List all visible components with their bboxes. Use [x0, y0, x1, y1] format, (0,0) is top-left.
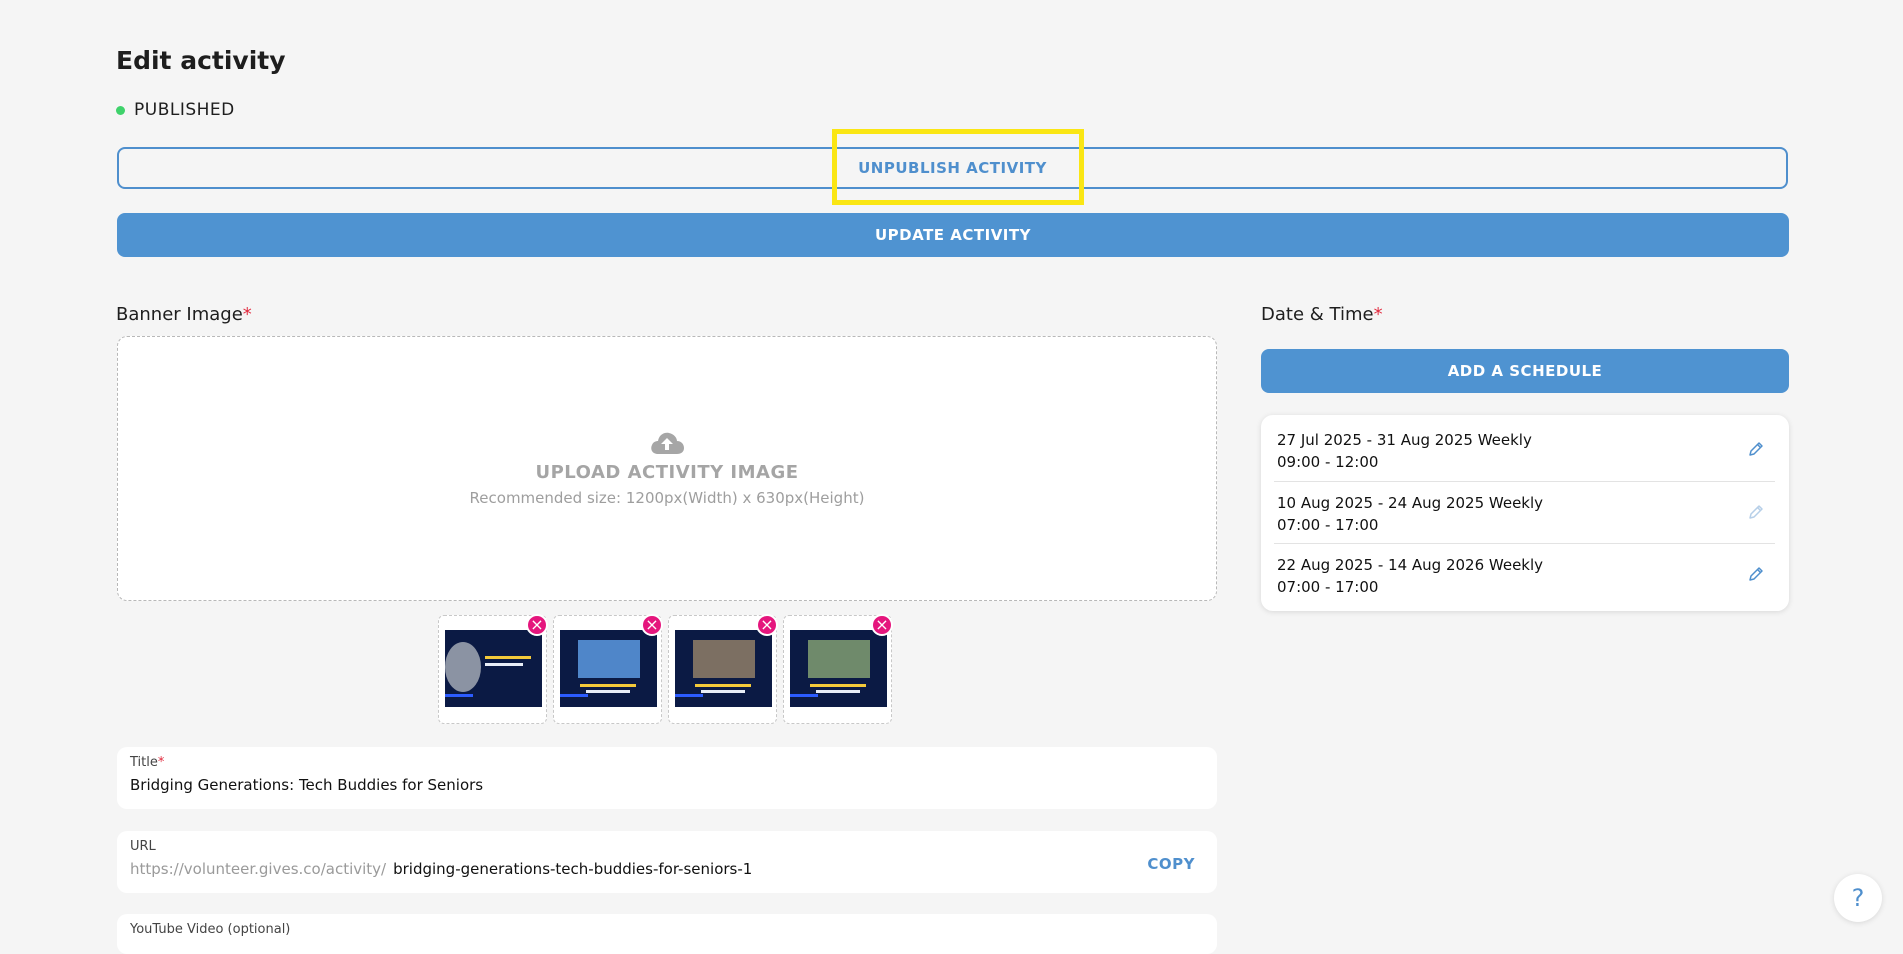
- title-label: Title*: [130, 755, 165, 770]
- schedule-times: 07:00 - 17:00: [1277, 516, 1379, 534]
- status-indicator: PUBLISHED: [116, 100, 235, 120]
- remove-image-button[interactable]: ×: [871, 614, 893, 636]
- upload-hint: Recommended size: 1200px(Width) x 630px(…: [469, 489, 865, 507]
- banner-thumbnail[interactable]: ×: [553, 614, 663, 724]
- schedule-dates: 10 Aug 2025 - 24 Aug 2025 Weekly: [1277, 494, 1544, 512]
- upload-title: UPLOAD ACTIVITY IMAGE: [535, 462, 799, 483]
- banner-thumbnail[interactable]: ×: [668, 614, 778, 724]
- update-activity-button[interactable]: UPDATE ACTIVITY: [117, 213, 1789, 257]
- unpublish-activity-label: UNPUBLISH ACTIVITY: [858, 159, 1047, 177]
- help-question-icon: ?: [1851, 884, 1865, 912]
- schedule-item: 22 Aug 2025 - 14 Aug 2026 Weekly 07:00 -…: [1274, 543, 1775, 606]
- required-mark: *: [242, 304, 252, 325]
- add-schedule-label: ADD A SCHEDULE: [1447, 362, 1603, 380]
- add-schedule-button[interactable]: ADD A SCHEDULE: [1261, 349, 1789, 393]
- remove-image-button[interactable]: ×: [526, 614, 548, 636]
- edit-pencil-icon[interactable]: [1747, 565, 1765, 583]
- banner-upload-zone[interactable]: UPLOAD ACTIVITY IMAGE Recommended size: …: [117, 336, 1217, 601]
- title-field[interactable]: Title* Bridging Generations: Tech Buddie…: [117, 747, 1217, 809]
- banner-thumbnail[interactable]: ×: [783, 614, 893, 724]
- required-mark: *: [1373, 304, 1383, 325]
- edit-pencil-icon[interactable]: [1747, 440, 1765, 458]
- banner-image-label: Banner Image*: [116, 304, 252, 325]
- schedule-item: 10 Aug 2025 - 24 Aug 2025 Weekly 07:00 -…: [1274, 481, 1775, 544]
- url-prefix: https://volunteer.gives.co/activity/: [130, 860, 387, 878]
- thumbnail-image: [560, 630, 657, 707]
- youtube-label: YouTube Video (optional): [130, 922, 291, 937]
- banner-thumbnail[interactable]: ×: [438, 614, 548, 724]
- status-label: PUBLISHED: [134, 100, 235, 120]
- help-button[interactable]: ?: [1834, 874, 1882, 922]
- thumbnail-image: [445, 630, 542, 707]
- schedule-times: 07:00 - 17:00: [1277, 578, 1379, 596]
- schedule-dates: 22 Aug 2025 - 14 Aug 2026 Weekly: [1277, 556, 1544, 574]
- url-field[interactable]: URL https://volunteer.gives.co/activity/…: [117, 831, 1217, 893]
- edit-pencil-icon[interactable]: [1747, 503, 1765, 521]
- date-time-label: Date & Time*: [1261, 304, 1383, 325]
- update-activity-label: UPDATE ACTIVITY: [875, 226, 1031, 244]
- schedule-item: 27 Jul 2025 - 31 Aug 2025 Weekly 09:00 -…: [1274, 419, 1775, 481]
- thumbnail-image: [675, 630, 772, 707]
- title-input[interactable]: Bridging Generations: Tech Buddies for S…: [130, 776, 483, 794]
- url-label: URL: [130, 839, 156, 854]
- status-dot: [116, 105, 125, 115]
- url-slug-input[interactable]: bridging-generations-tech-buddies-for-se…: [393, 860, 752, 878]
- youtube-field[interactable]: YouTube Video (optional): [117, 914, 1217, 954]
- copy-url-button[interactable]: COPY: [1147, 855, 1195, 873]
- unpublish-activity-button[interactable]: UNPUBLISH ACTIVITY: [117, 147, 1788, 189]
- remove-image-button[interactable]: ×: [641, 614, 663, 636]
- cloud-upload-icon: [651, 432, 684, 454]
- schedule-dates: 27 Jul 2025 - 31 Aug 2025 Weekly: [1277, 431, 1532, 449]
- schedule-times: 09:00 - 12:00: [1277, 453, 1379, 471]
- remove-image-button[interactable]: ×: [756, 614, 778, 636]
- thumbnail-image: [790, 630, 887, 707]
- schedule-list: 27 Jul 2025 - 31 Aug 2025 Weekly 09:00 -…: [1261, 415, 1789, 611]
- page-title: Edit activity: [116, 46, 286, 75]
- banner-thumbnails: × × × ×: [438, 614, 893, 724]
- url-value: https://volunteer.gives.co/activity/brid…: [130, 860, 752, 878]
